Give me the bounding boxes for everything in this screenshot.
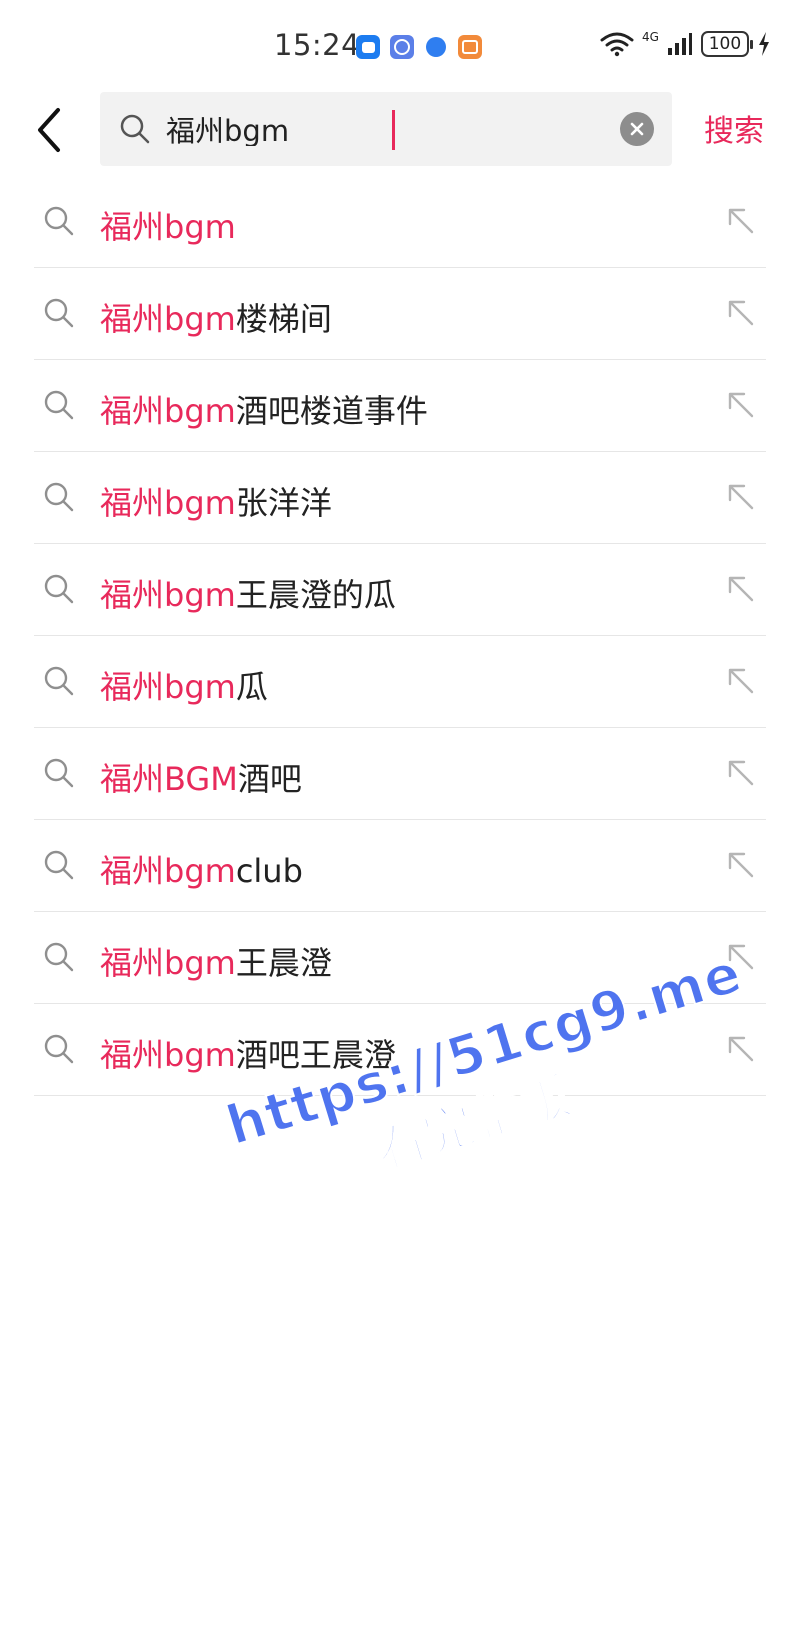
suggestion-rest: 王晨澄 — [235, 944, 332, 982]
search-icon — [120, 114, 150, 144]
system-icons: 4G 100 — [600, 30, 771, 58]
arrow-up-left-icon[interactable] — [724, 296, 758, 330]
back-button[interactable] — [30, 104, 70, 156]
suggestion-list: 福州bgm 福州bgm楼梯间 福州bgm酒吧楼道事件 福州bgm张洋洋 福州bgm王晨澄… — [0, 176, 800, 1096]
suggestion-text: 福州bgm酒吧楼道事件 — [100, 386, 428, 432]
network-type-label: 4G — [642, 30, 659, 44]
suggestion-text: 福州bgm王晨澄的瓜 — [100, 570, 396, 616]
arrow-up-left-icon[interactable] — [724, 204, 758, 238]
search-icon — [44, 666, 74, 696]
suggestion-item[interactable]: 福州bgm酒吧王晨澄 — [34, 1004, 766, 1096]
suggestion-highlight: 福州bgm — [100, 852, 236, 890]
charging-icon — [758, 32, 769, 56]
suggestion-rest: 酒吧王晨澄 — [235, 1036, 396, 1074]
hotspot-notification-icon — [390, 35, 414, 59]
suggestion-rest: 酒吧楼道事件 — [235, 392, 428, 430]
suggestion-item[interactable]: 福州bgm酒吧楼道事件 — [34, 360, 766, 452]
arrow-up-left-icon[interactable] — [724, 664, 758, 698]
suggestion-item[interactable]: 福州bgm楼梯间 — [34, 268, 766, 360]
search-icon — [44, 390, 74, 420]
arrow-up-left-icon[interactable] — [724, 1032, 758, 1066]
suggestion-item[interactable]: 福州bgm张洋洋 — [34, 452, 766, 544]
suggestion-rest: 张洋洋 — [235, 484, 332, 522]
suggestion-item[interactable]: 福州bgm王晨澄 — [34, 912, 766, 1004]
suggestion-highlight: 福州bgm — [100, 576, 236, 614]
search-icon — [44, 298, 74, 328]
message-notification-icon — [356, 35, 380, 59]
search-box[interactable] — [100, 92, 672, 166]
suggestion-highlight: 福州bgm — [100, 944, 236, 982]
chevron-left-icon — [38, 108, 60, 152]
search-icon — [44, 1034, 74, 1064]
status-time: 15:24 — [274, 28, 361, 62]
search-input[interactable] — [166, 112, 466, 146]
arrow-up-left-icon[interactable] — [724, 940, 758, 974]
arrow-up-left-icon[interactable] — [724, 480, 758, 514]
arrow-up-left-icon[interactable] — [724, 572, 758, 606]
battery-indicator: 100 — [700, 31, 753, 57]
suggestion-rest: 楼梯间 — [235, 300, 332, 338]
suggestion-text: 福州bgm王晨澄 — [100, 938, 332, 984]
signal-icon — [667, 33, 692, 55]
suggestion-highlight: 福州bgm — [100, 484, 236, 522]
suggestion-text: 福州bgm张洋洋 — [100, 478, 332, 524]
suggestion-text: 福州bgm — [100, 202, 236, 248]
search-button[interactable]: 搜索 — [704, 106, 764, 150]
suggestion-highlight: 福州bgm — [100, 1036, 236, 1074]
suggestion-rest: club — [235, 852, 303, 890]
search-icon — [44, 942, 74, 972]
browser-notification-icon — [424, 35, 448, 59]
arrow-up-left-icon[interactable] — [724, 388, 758, 422]
suggestion-item[interactable]: 福州bgm — [34, 176, 766, 268]
status-bar: 15:24 4G 100 — [0, 0, 800, 80]
app-notification-icon — [458, 35, 482, 59]
clear-button[interactable] — [620, 112, 654, 146]
suggestion-highlight: 福州bgm — [100, 208, 236, 246]
arrow-up-left-icon[interactable] — [724, 848, 758, 882]
arrow-up-left-icon[interactable] — [724, 756, 758, 790]
suggestion-text: 福州BGM酒吧 — [100, 754, 302, 800]
suggestion-text: 福州bgm楼梯间 — [100, 294, 332, 340]
search-icon — [44, 574, 74, 604]
wifi-icon — [600, 32, 634, 57]
suggestion-rest: 王晨澄的瓜 — [235, 576, 396, 614]
text-caret — [392, 110, 395, 150]
suggestion-text: 福州bgmclub — [100, 846, 303, 892]
suggestion-highlight: 福州bgm — [100, 300, 236, 338]
search-icon — [44, 850, 74, 880]
suggestion-highlight: 福州bgm — [100, 392, 236, 430]
suggestion-highlight: 福州bgm — [100, 668, 236, 706]
suggestion-text: 福州bgm酒吧王晨澄 — [100, 1030, 396, 1076]
suggestion-rest: 瓜 — [235, 668, 268, 706]
search-icon — [44, 206, 74, 236]
clear-icon — [630, 122, 644, 136]
notification-icons — [356, 35, 482, 59]
search-icon — [44, 482, 74, 512]
suggestion-rest: 酒吧 — [237, 760, 302, 798]
suggestion-item[interactable]: 福州bgm王晨澄的瓜 — [34, 544, 766, 636]
search-icon — [44, 758, 74, 788]
suggestion-highlight: 福州BGM — [100, 760, 238, 798]
suggestion-item[interactable]: 福州BGM酒吧 — [34, 728, 766, 820]
suggestion-item[interactable]: 福州bgmclub — [34, 820, 766, 912]
suggestion-item[interactable]: 福州bgm瓜 — [34, 636, 766, 728]
suggestion-text: 福州bgm瓜 — [100, 662, 268, 708]
